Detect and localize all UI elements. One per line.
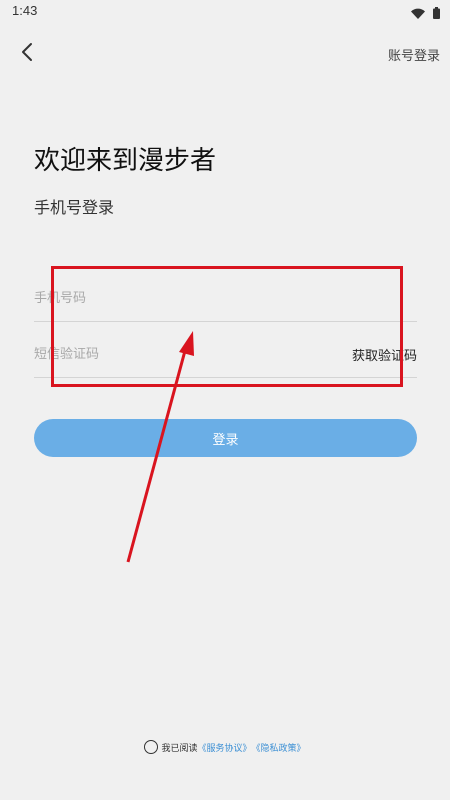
status-bar: 1:43 <box>0 0 450 22</box>
status-icons <box>411 4 440 23</box>
login-button[interactable]: 登录 <box>34 419 417 457</box>
header: 账号登录 <box>0 36 450 72</box>
battery-icon <box>433 4 440 23</box>
service-agreement-link[interactable]: 《服务协议》 <box>197 741 251 754</box>
agreement: 我已阅读 《服务协议》 《隐私政策》 <box>0 740 450 754</box>
annotation-arrow <box>126 331 194 563</box>
chevron-left-icon <box>21 42 33 66</box>
page-title: 欢迎来到漫步者 <box>34 146 217 176</box>
page-subtitle: 手机号登录 <box>34 198 115 217</box>
annotation-highlight-box <box>51 266 403 387</box>
account-login-link[interactable]: 账号登录 <box>388 45 440 64</box>
privacy-policy-link[interactable]: 《隐私政策》 <box>252 741 306 754</box>
wifi-icon <box>411 4 425 23</box>
agree-checkbox[interactable] <box>144 740 159 754</box>
agreement-prefix: 我已阅读 <box>161 743 198 754</box>
back-button[interactable] <box>14 40 40 68</box>
status-time: 1:43 <box>12 3 38 18</box>
